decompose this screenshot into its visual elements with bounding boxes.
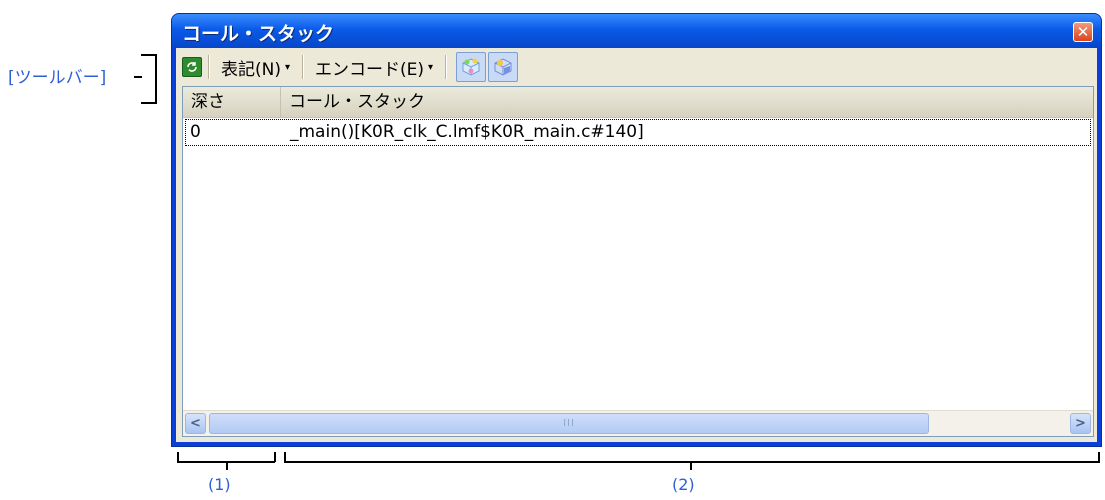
notation-label: 表記(N) [221,59,281,80]
horizontal-scrollbar[interactable]: < III > [183,410,1093,436]
call-stack-list[interactable]: 深さ コール・スタック 0 _main()[K0R_clk_C.lmf$K0R_… [182,86,1094,437]
refresh-icon[interactable] [182,57,202,77]
chevron-left-icon: < [190,416,201,431]
toolbar-separator [302,55,304,79]
chevron-down-icon: ▾ [284,61,291,73]
grip-icon: III [563,418,575,429]
column2-bracket-tick [690,462,692,470]
close-button[interactable]: ✕ [1073,22,1093,42]
title-bar[interactable]: コール・スタック ✕ [172,14,1101,48]
toolbar-separator [445,55,447,79]
cube-icon [462,58,480,76]
toolbar-bracket-tick [134,76,142,78]
chevron-down-icon: ▾ [428,61,434,73]
marker-1: (1) [208,475,231,494]
scroll-right-button[interactable]: > [1070,413,1091,434]
column-header-call-stack[interactable]: コール・スタック [280,87,1093,117]
cube-icon [494,58,512,76]
show-symbol-button[interactable] [488,52,519,82]
scroll-left-button[interactable]: < [185,413,206,434]
toolbar: 表記(N) ▾ エンコード(E) ▾ [176,48,1097,86]
list-header: 深さ コール・スタック [183,87,1093,118]
column-header-depth[interactable]: 深さ [183,87,280,117]
call-stack-cell: _main()[K0R_clk_C.lmf$K0R_main.c#140] [290,122,644,142]
window-title: コール・スタック [182,23,335,45]
column1-bracket-right [274,452,276,462]
call-stack-window: コール・スタック ✕ 表記(N) ▾ エンコード(E) ▾ 深さ コール・スタッ… [172,14,1101,446]
toolbar-separator [208,55,209,79]
chevron-right-icon: > [1075,416,1086,431]
close-icon: ✕ [1076,23,1090,41]
encode-label: エンコード(E) [315,59,425,80]
toolbar-bracket [141,54,157,104]
scrollbar-thumb[interactable]: III [209,413,929,434]
encode-menu-button[interactable]: エンコード(E) ▾ [309,53,439,81]
marker-2: (2) [672,475,695,494]
column2-bracket-bottom [284,461,1100,463]
window-client: 表記(N) ▾ エンコード(E) ▾ 深さ コール・スタック 0 _main()… [176,48,1097,442]
show-project-button[interactable] [456,52,487,82]
column1-bracket-tick [226,462,228,470]
column2-bracket-right [1098,452,1100,462]
depth-cell: 0 [190,122,201,142]
table-row[interactable]: 0 _main()[K0R_clk_C.lmf$K0R_main.c#140] [185,119,1091,146]
notation-menu-button[interactable]: 表記(N) ▾ [215,53,296,81]
toolbar-annotation-label: [ツールバー] [8,68,107,88]
